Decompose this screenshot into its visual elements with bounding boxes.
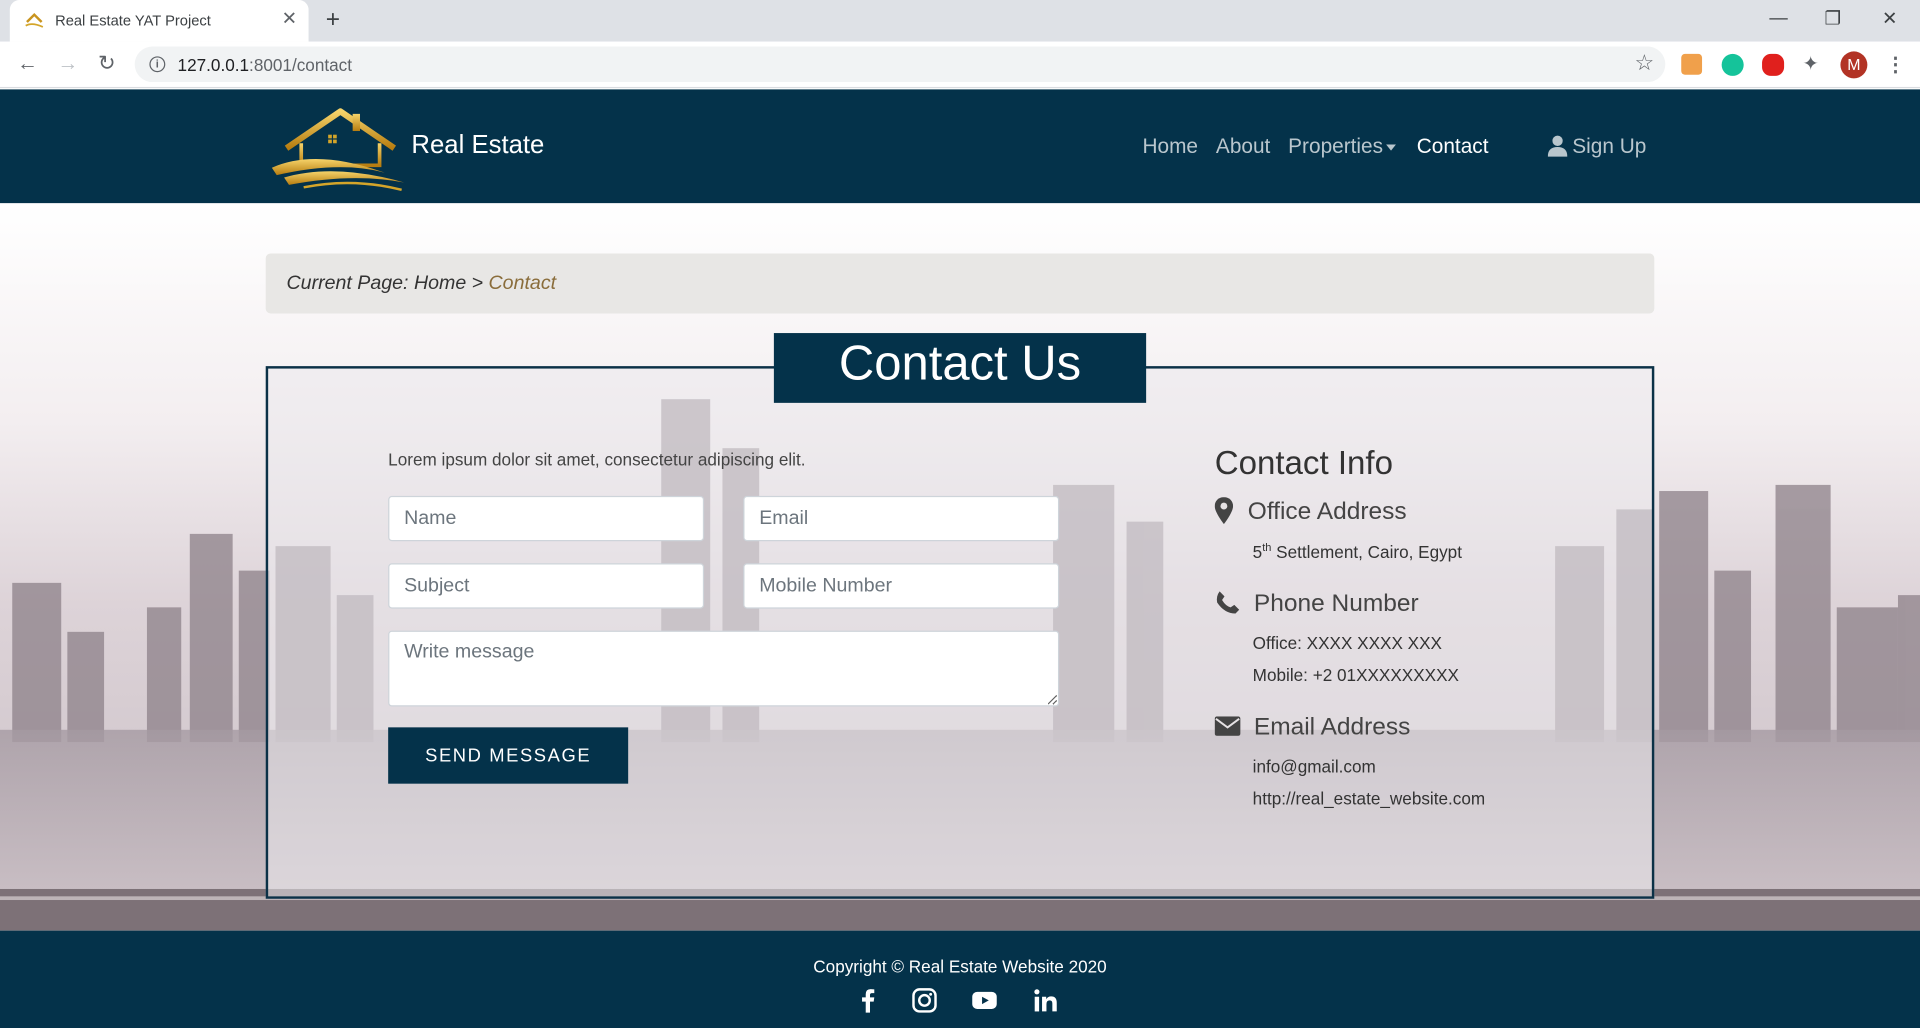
minimize-icon[interactable]: — — [1769, 7, 1787, 28]
browser-tab-strip: Real Estate YAT Project ✕ + — ❐ ✕ — [0, 0, 1920, 42]
envelope-icon — [1214, 716, 1241, 736]
email-input[interactable] — [743, 495, 1060, 542]
profile-avatar[interactable]: M — [1840, 51, 1868, 79]
phone-office-text: Office: XXXX XXXX XXX — [1252, 633, 1442, 653]
breadcrumb-current: Contact — [488, 273, 557, 294]
back-icon[interactable]: ← — [17, 52, 38, 75]
copyright-text: Copyright © Real Estate Website 2020 — [813, 956, 1107, 976]
nav-link-contact[interactable]: Contact — [1417, 135, 1489, 159]
mobile-input[interactable] — [743, 563, 1060, 609]
subject-input[interactable] — [388, 563, 705, 609]
reload-icon[interactable]: ↻ — [98, 52, 115, 75]
phone-mobile-text: Mobile: +2 01XXXXXXXXX — [1252, 664, 1459, 685]
browser-menu-icon[interactable]: ⋮ — [1886, 53, 1906, 77]
send-message-button[interactable]: SEND MESSAGE — [388, 727, 629, 784]
website-text[interactable]: http://real_estate_website.com — [1253, 789, 1486, 809]
user-icon — [1547, 135, 1568, 157]
name-input[interactable] — [388, 495, 705, 542]
nav-properties-label: Properties — [1288, 134, 1384, 158]
phone-icon — [1216, 591, 1240, 614]
youtube-icon[interactable] — [971, 987, 998, 1014]
map-marker-icon — [1214, 497, 1234, 525]
phone-number-heading: Phone Number — [1253, 590, 1419, 618]
nav-link-signup[interactable]: Sign Up — [1572, 135, 1646, 159]
restore-icon[interactable]: ❐ — [1825, 7, 1841, 30]
nav-dropdown-properties[interactable]: Properties — [1288, 134, 1397, 159]
bookmark-star-icon[interactable]: ☆ — [1635, 50, 1655, 76]
site-navbar: Real Estate Home About Properties Contac… — [0, 89, 1920, 204]
extension-image-icon[interactable] — [1681, 53, 1703, 75]
instagram-icon[interactable] — [911, 987, 938, 1014]
facebook-icon[interactable] — [855, 987, 882, 1014]
contact-info-title: Contact Info — [1214, 444, 1393, 482]
tab-title: Real Estate YAT Project — [55, 12, 211, 30]
site-info-icon[interactable]: i — [149, 56, 166, 73]
nav-link-home[interactable]: Home — [1142, 135, 1198, 159]
forward-icon[interactable]: → — [58, 52, 79, 75]
grammarly-icon[interactable] — [1721, 53, 1744, 76]
new-tab-icon[interactable]: + — [326, 6, 340, 34]
email-text[interactable]: info@gmail.com — [1253, 757, 1376, 777]
breadcrumb-text: Current Page: Home > Contact — [286, 273, 557, 294]
url-text: 127.0.0.1:8001/contact — [177, 55, 352, 75]
extensions-puzzle-icon[interactable]: ✦ — [1802, 51, 1824, 75]
close-window-icon[interactable]: ✕ — [1882, 7, 1897, 30]
nav-link-about[interactable]: About — [1216, 135, 1270, 159]
message-textarea[interactable] — [388, 630, 1060, 707]
contact-title: Contact Us — [773, 333, 1147, 403]
browser-tab[interactable]: Real Estate YAT Project ✕ — [9, 0, 309, 42]
contact-intro: Lorem ipsum dolor sit amet, consectetur … — [388, 449, 806, 469]
email-address-heading: Email Address — [1253, 713, 1411, 741]
real-estate-logo[interactable] — [267, 102, 409, 195]
house-favicon-icon — [25, 12, 44, 28]
breadcrumb: Current Page: Home > Contact — [265, 253, 1655, 314]
site-footer: Copyright © Real Estate Website 2020 — [0, 930, 1920, 1028]
linkedin-icon[interactable] — [1032, 987, 1059, 1014]
tab-close-icon[interactable]: ✕ — [282, 9, 297, 30]
address-bar[interactable]: i 127.0.0.1:8001/contact ☆ — [134, 46, 1666, 83]
office-address-text: 5th Settlement, Cairo, Egypt — [1252, 541, 1462, 562]
browser-toolbar: ← → ↻ i 127.0.0.1:8001/contact ☆ ✦ M ⋮ — [0, 41, 1920, 89]
chevron-down-icon — [1386, 144, 1397, 151]
brand-name[interactable]: Real Estate — [411, 131, 544, 160]
office-address-heading: Office Address — [1247, 498, 1407, 526]
adblock-icon[interactable] — [1762, 53, 1785, 76]
